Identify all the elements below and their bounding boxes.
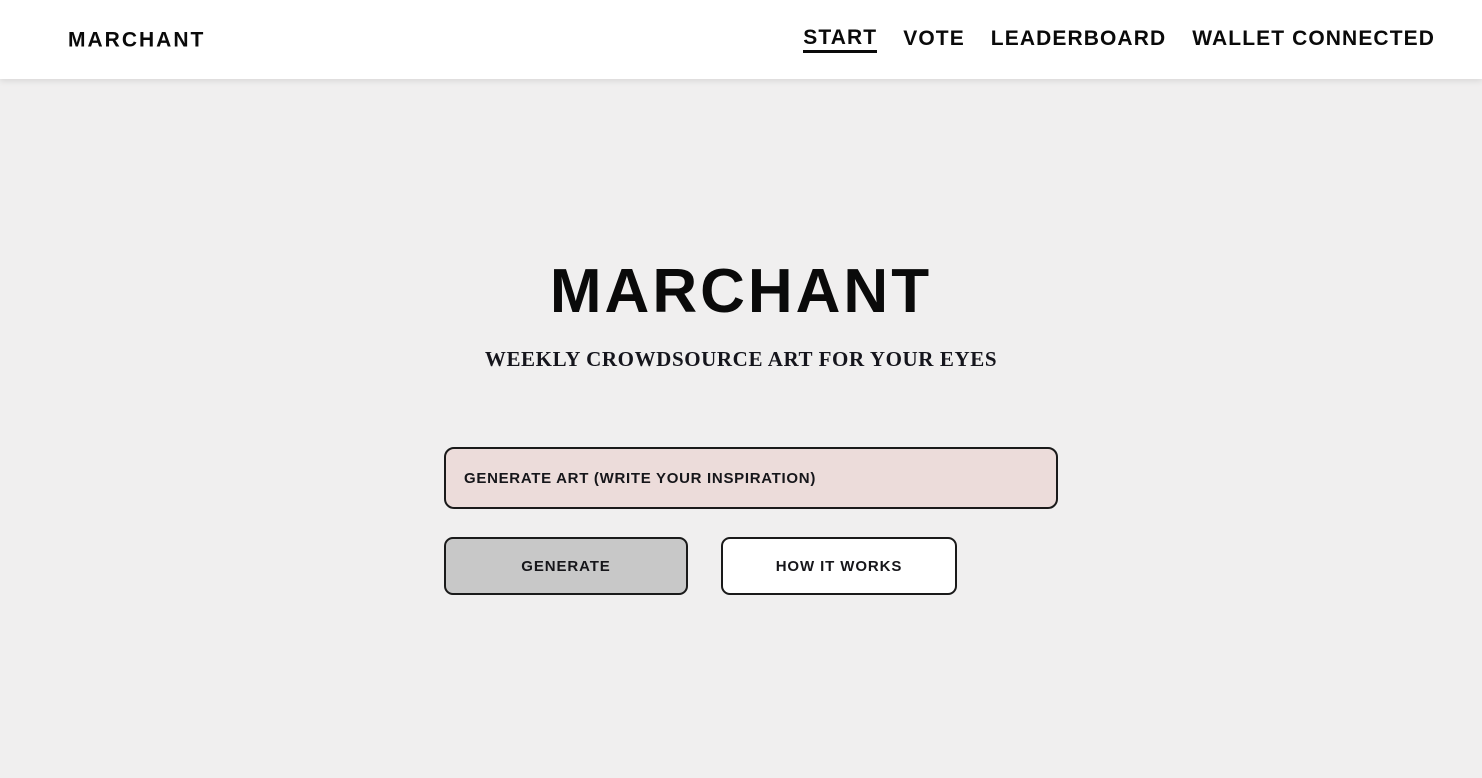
main-content: MARCHANT WEEKLY CROWDSOURCE ART FOR YOUR… <box>0 79 1482 778</box>
header-inner: MARCHANT START VOTE LEADERBOARD WALLET C… <box>0 0 1482 79</box>
main-navigation: START VOTE LEADERBOARD WALLET CONNECTED <box>803 27 1435 53</box>
hero-subtitle: WEEKLY CROWDSOURCE ART FOR YOUR EYES <box>484 347 998 371</box>
nav-item-start[interactable]: START <box>803 27 878 53</box>
nav-item-wallet-connected[interactable]: WALLET CONNECTED <box>1192 28 1435 52</box>
action-button-row: GENERATE HOW IT WORKS <box>444 537 957 595</box>
how-it-works-button[interactable]: HOW IT WORKS <box>721 537 957 595</box>
nav-item-leaderboard[interactable]: LEADERBOARD <box>991 28 1166 52</box>
prompt-input[interactable] <box>444 447 1058 509</box>
generate-button[interactable]: GENERATE <box>444 537 688 595</box>
nav-item-vote[interactable]: VOTE <box>903 28 965 52</box>
hero-title: MARCHANT <box>549 257 933 326</box>
brand-logo[interactable]: MARCHANT <box>68 29 205 50</box>
site-header: MARCHANT START VOTE LEADERBOARD WALLET C… <box>0 0 1482 79</box>
